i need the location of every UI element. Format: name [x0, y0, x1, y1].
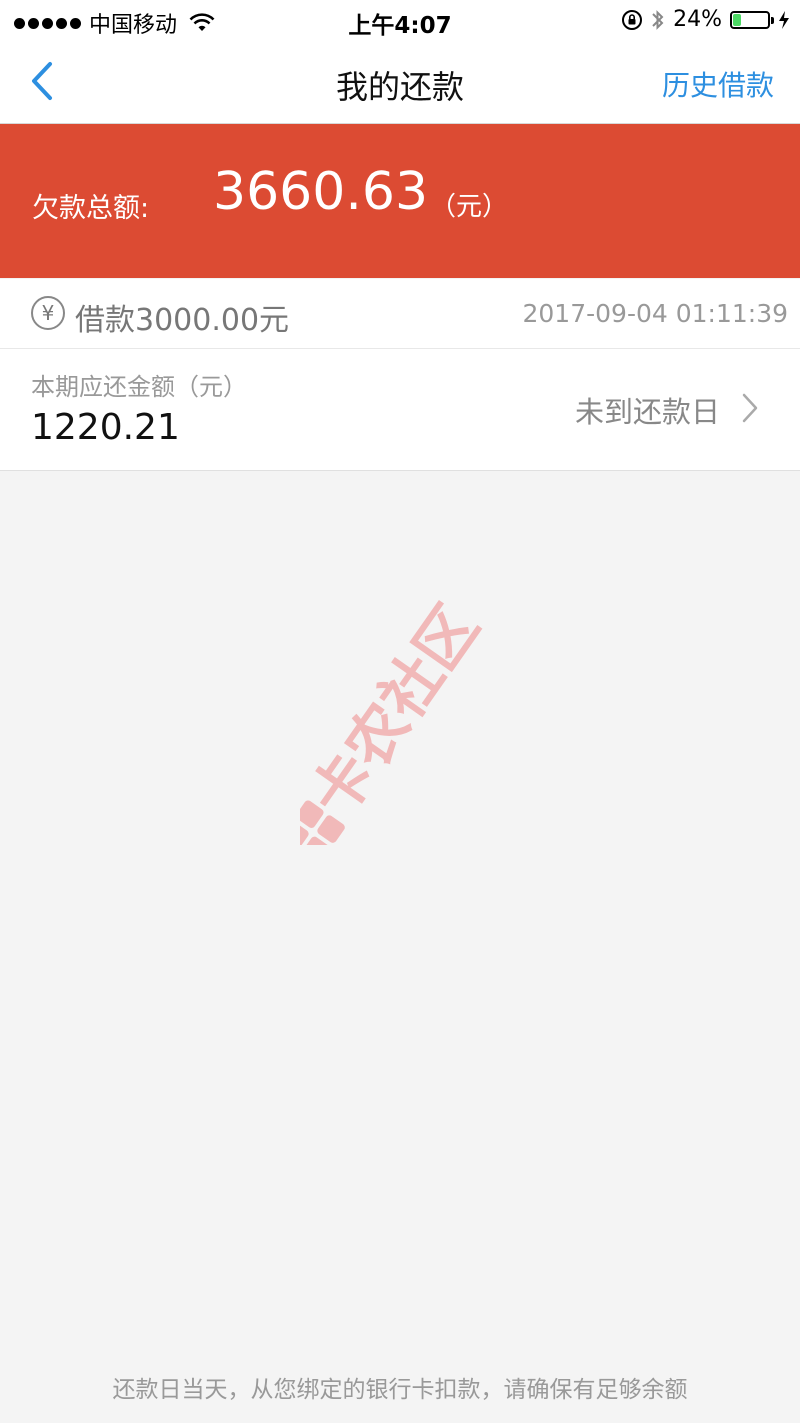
navigation-bar: 我的还款 历史借款	[0, 40, 800, 124]
watermark-text: 卡农社区	[300, 593, 493, 830]
battery-percent: 24%	[673, 7, 722, 32]
loan-card: ¥ 借款3000.00元 2017-09-04 01:11:39 本期应还金额（…	[0, 279, 800, 471]
history-loans-link[interactable]: 历史借款	[662, 64, 774, 104]
repayment-status[interactable]: 未到还款日	[575, 389, 720, 431]
charging-icon	[779, 10, 789, 29]
loan-amount-title: 借款3000.00元	[75, 303, 290, 338]
debt-total-unit: （元）	[430, 192, 509, 222]
footer-note: 还款日当天，从您绑定的银行卡扣款，请确保有足够余额	[112, 1377, 688, 1403]
watermark-logo: 卡农社区	[300, 593, 493, 845]
battery-level-fill	[733, 13, 741, 26]
yen-icon: ¥	[31, 296, 65, 330]
loan-datetime: 2017-09-04 01:11:39	[522, 299, 788, 328]
period-due-label: 本期应还金额（元）	[31, 373, 247, 401]
debt-total-amount: 3660.63	[213, 162, 429, 222]
loan-card-header: ¥ 借款3000.00元 2017-09-04 01:11:39	[0, 279, 800, 349]
debt-summary-banner: 欠款总额: 3660.63 （元）	[0, 124, 800, 278]
chevron-right-icon[interactable]	[740, 392, 760, 424]
battery-icon	[730, 10, 774, 29]
orientation-lock-icon	[622, 9, 643, 30]
period-due-amount: 1220.21	[31, 407, 180, 448]
status-bar: 中国移动 上午4:07 24%	[0, 0, 800, 40]
status-right: 24%	[621, 7, 790, 32]
bluetooth-icon	[652, 9, 664, 30]
debt-total-label: 欠款总额:	[32, 193, 150, 224]
